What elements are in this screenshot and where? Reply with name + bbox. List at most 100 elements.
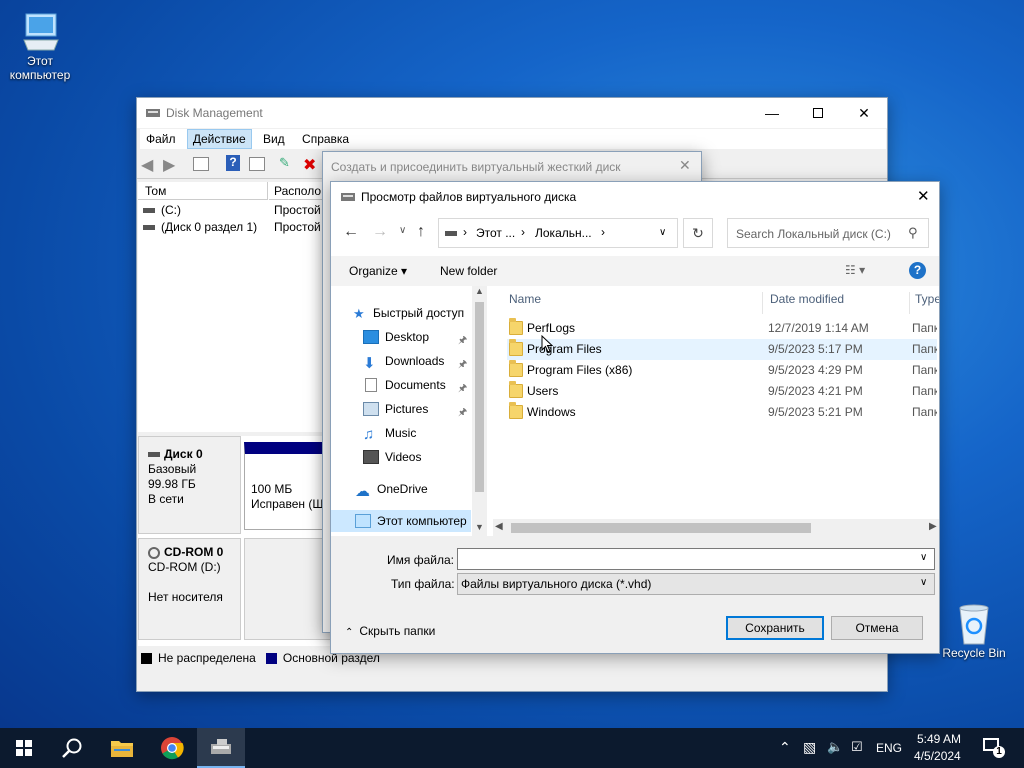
show-hidden-icons-icon[interactable]: ⌃ [779, 739, 791, 756]
partition-block[interactable]: 100 МБ Исправен (Ш [244, 442, 334, 530]
breadcrumb-local-disk[interactable]: Локальн... [535, 226, 592, 240]
download-icon: ⬇ [363, 355, 376, 372]
column-header-volume[interactable]: Том [138, 182, 268, 200]
menu-help[interactable]: Справка [296, 129, 355, 149]
network-icon[interactable]: ▧ [803, 739, 816, 756]
cloud-icon: ☁ [355, 483, 370, 500]
clock-time[interactable]: 5:49 AM [917, 732, 961, 746]
cdrom-area[interactable] [244, 538, 334, 640]
legend-label-unallocated: Не распределена [158, 651, 256, 665]
column-header-date[interactable]: Date modified [770, 292, 910, 314]
cancel-button[interactable]: Отмена [831, 616, 923, 640]
file-row[interactable]: PerfLogs 12/7/2019 1:14 AM Папка [507, 318, 937, 339]
scroll-left-icon[interactable]: ◀ [495, 521, 503, 532]
create-vhd-close-button[interactable]: ✕ [679, 157, 691, 174]
volume-muted-icon[interactable]: 🔈 [827, 739, 843, 755]
nav-downloads[interactable]: ⬇ Downloads [363, 350, 444, 372]
h-scroll-thumb[interactable] [511, 523, 811, 533]
nav-onedrive[interactable]: ☁ OneDrive [355, 478, 428, 500]
nav-desktop[interactable]: Desktop [363, 326, 429, 348]
new-folder-button[interactable]: New folder [440, 264, 497, 278]
filename-input[interactable]: ∨ [457, 548, 935, 570]
nav-pictures[interactable]: Pictures [363, 398, 428, 420]
console-tree-icon[interactable] [193, 157, 209, 171]
column-header-name[interactable]: Name [509, 292, 763, 314]
folder-icon [111, 741, 133, 757]
volume-name: (C:) [161, 203, 181, 217]
file-row[interactable]: Users 9/5/2023 4:21 PM Папка [507, 381, 937, 402]
hide-folders-toggle[interactable]: ⌃ Скрыть папки [345, 624, 435, 638]
nav-videos[interactable]: Videos [363, 446, 421, 468]
nav-documents[interactable]: Documents [363, 374, 446, 396]
disk0-info[interactable]: Диск 0 Базовый 99.98 ГБ В сети [138, 436, 241, 534]
column-header-layout[interactable]: Располо... [269, 182, 331, 200]
recycle-bin-desktop-icon[interactable]: Recycle Bin [934, 602, 1014, 660]
organize-button[interactable]: Organize ▾ [349, 264, 407, 278]
volume-row[interactable]: (C:) [143, 203, 181, 217]
connect-icon[interactable]: ✎ [279, 155, 297, 173]
language-indicator[interactable]: ENG [876, 741, 902, 755]
start-button[interactable] [0, 728, 48, 768]
file-explorer-button[interactable] [98, 728, 146, 768]
nav-music[interactable]: ♫ Music [363, 422, 416, 444]
pin-icon: 🖈 [458, 335, 468, 346]
file-row[interactable]: Program Files (x86) 9/5/2023 4:29 PM Папка [507, 360, 937, 381]
forward-arrow-icon[interactable]: → [372, 223, 388, 241]
clock-date[interactable]: 4/5/2024 [914, 749, 961, 763]
refresh-button[interactable]: ↻ [683, 218, 713, 248]
scroll-up-icon[interactable]: ▲ [475, 286, 484, 296]
recent-dropdown-icon[interactable]: ∨ [399, 225, 406, 236]
address-bar[interactable]: › Этот ... › Локальн... › ∨ [438, 218, 678, 248]
chrome-button[interactable] [148, 728, 196, 768]
file-date: 9/5/2023 5:17 PM [768, 342, 863, 356]
dialog-close-button[interactable]: ✕ [917, 187, 930, 205]
minimize-button[interactable]: — [749, 98, 795, 128]
column-header-type[interactable]: Type [915, 292, 939, 306]
nav-quick-access[interactable]: ★ Быстрый доступ [353, 302, 464, 324]
file-row[interactable]: Windows 9/5/2023 5:21 PM Папка [507, 402, 937, 423]
star-icon: ★ [353, 306, 365, 321]
search-box[interactable]: Search Локальный диск (C:) ⚲ [727, 218, 929, 248]
maximize-button[interactable] [795, 98, 841, 128]
back-arrow-icon[interactable]: ← [343, 223, 359, 241]
nav-this-pc[interactable]: Этот компьютер [331, 510, 471, 532]
scroll-right-icon[interactable]: ▶ [929, 521, 937, 532]
disk0-type: Базовый [148, 462, 197, 476]
cdrom-info[interactable]: CD-ROM 0 CD-ROM (D:) Нет носителя [138, 538, 241, 640]
partition-size: 100 МБ [251, 482, 293, 496]
search-input[interactable]: Search Локальный диск (C:) [736, 227, 891, 241]
this-pc-desktop-icon[interactable]: Этот компьютер [0, 10, 80, 82]
nav-scrollbar[interactable]: ▲ ▼ [472, 286, 487, 536]
horizontal-scrollbar[interactable]: ◀ ▶ [493, 519, 939, 536]
up-arrow-icon[interactable]: ↑ [417, 223, 425, 241]
delete-icon[interactable]: ✖ [303, 155, 321, 174]
breadcrumb-this-pc[interactable]: Этот ... [476, 226, 515, 240]
notifications-button[interactable]: 1 [980, 736, 1005, 760]
nav-videos-label: Videos [385, 450, 422, 464]
forward-icon[interactable]: ▶ [163, 155, 181, 174]
disk0-size: 99.98 ГБ [148, 477, 196, 491]
filetype-dropdown-icon[interactable]: ∨ [920, 577, 927, 588]
search-button[interactable] [48, 728, 96, 768]
filename-dropdown-icon[interactable]: ∨ [920, 552, 927, 563]
file-row[interactable]: Program Files 9/5/2023 5:17 PM Папка [507, 339, 937, 360]
address-dropdown-icon[interactable]: ∨ [659, 227, 666, 238]
menu-action[interactable]: Действие [186, 129, 252, 149]
close-button[interactable]: ✕ [841, 98, 887, 128]
desktop-icon [363, 330, 379, 344]
partition-status: Исправен (Ш [251, 497, 324, 511]
save-button[interactable]: Сохранить [726, 616, 824, 640]
menu-file[interactable]: Файл [140, 129, 182, 149]
security-icon[interactable]: ☑ [851, 739, 863, 755]
help-icon[interactable]: ? [909, 262, 926, 279]
filetype-select[interactable]: Файлы виртуального диска (*.vhd) ∨ [457, 573, 935, 595]
help-icon[interactable]: ? [226, 155, 240, 171]
back-icon[interactable]: ◀ [141, 155, 159, 174]
disk-management-taskbar-button[interactable] [197, 728, 245, 768]
properties-icon[interactable] [249, 157, 265, 171]
view-options-icon[interactable]: ☷ ▾ [845, 263, 865, 277]
nav-scroll-thumb[interactable] [475, 302, 484, 492]
scroll-down-icon[interactable]: ▼ [475, 522, 484, 532]
volume-row[interactable]: (Диск 0 раздел 1) [143, 220, 257, 234]
menu-view[interactable]: Вид [257, 129, 291, 149]
